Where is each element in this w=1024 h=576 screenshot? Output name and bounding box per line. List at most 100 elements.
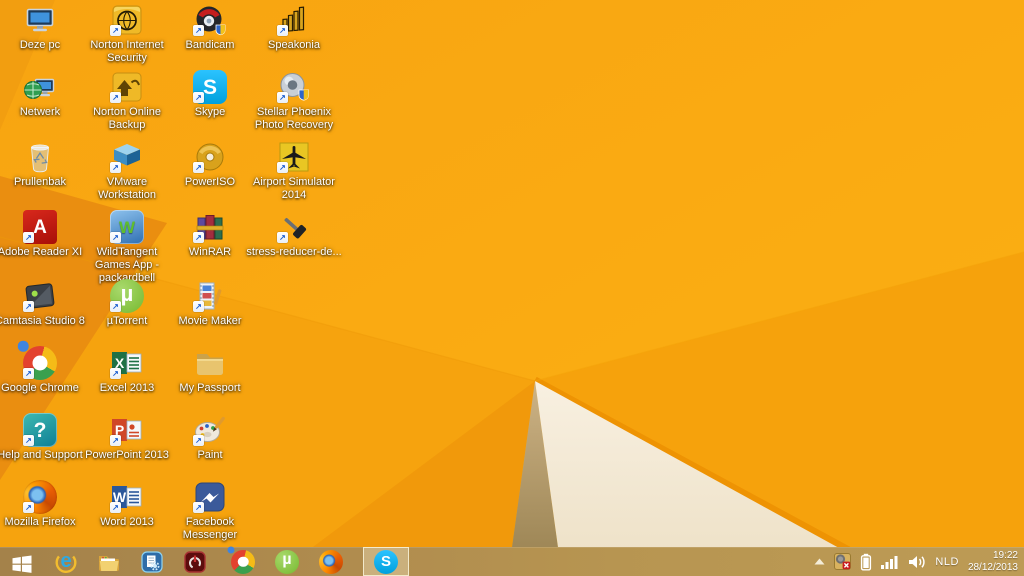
desktop-icon-word-2013[interactable]: Word 2013 <box>79 480 175 529</box>
desktop-icon-stellar-phoenix[interactable]: Stellar Phoenix Photo Recovery <box>246 70 342 132</box>
desktop-icon-powerpoint-2013[interactable]: PowerPoint 2013 <box>79 413 175 462</box>
desktop-icon-winrar[interactable]: WinRAR <box>162 210 258 259</box>
firefox-icon <box>319 549 343 574</box>
shortcut-arrow-overlay <box>110 502 121 513</box>
desktop-icon-norton-online-backup[interactable]: Norton Online Backup <box>79 70 175 132</box>
desktop-icon-airport-simulator[interactable]: Airport Simulator 2014 <box>246 140 342 202</box>
desktop-icon-speakonia[interactable]: Speakonia <box>246 3 342 52</box>
google-chrome-icon <box>231 549 255 574</box>
taskbar-firefox[interactable] <box>310 547 352 576</box>
desktop-icon-facebook-messenger[interactable]: Facebook Messenger <box>162 480 258 542</box>
desktop-icon-label: Airport Simulator 2014 <box>253 176 335 201</box>
taskbar: NLD 19:22 28/12/2013 <box>0 547 1024 576</box>
desktop-icon-label: PowerISO <box>184 176 236 188</box>
network-signal-icon[interactable] <box>881 555 899 569</box>
shortcut-arrow-overlay <box>193 92 204 103</box>
desktop-icon-label: Paint <box>197 449 223 461</box>
desktop-icon-bandicam[interactable]: Bandicam <box>162 3 258 52</box>
desktop-icon-skype[interactable]: Skype <box>162 70 258 119</box>
system-tray: NLD 19:22 28/12/2013 <box>814 547 1024 576</box>
shortcut-arrow-overlay <box>277 162 288 173</box>
shortcut-arrow-overlay <box>193 435 204 446</box>
desktop-icon-stress-reducer[interactable]: stress-reducer-de... <box>246 210 342 259</box>
shortcut-arrow-overlay <box>193 301 204 312</box>
desktop-icon-label: Mozilla Firefox <box>4 516 76 528</box>
network-icon <box>23 70 57 104</box>
shortcut-arrow-overlay <box>277 25 288 36</box>
folder-icon <box>193 346 227 380</box>
desktop-icon-deze-pc[interactable]: Deze pc <box>0 3 88 52</box>
shortcut-arrow-overlay <box>277 232 288 243</box>
desktop-icon-label: Adobe Reader XI <box>0 246 83 258</box>
shortcut-arrow-overlay <box>23 368 34 379</box>
desktop-icon-help-and-support[interactable]: Help and Support <box>0 413 88 462</box>
desktop-icon-label: stress-reducer-de... <box>246 246 342 258</box>
desktop-icon-label: Norton Online Backup <box>93 106 161 131</box>
desktop: Deze pc Norton Internet Security Bandica… <box>0 0 1024 576</box>
desktop-icon-label: Stellar Phoenix Photo Recovery <box>254 106 334 131</box>
utorrent-icon <box>275 549 299 574</box>
shortcut-arrow-overlay <box>23 502 34 513</box>
show-hidden-icons-chevron[interactable] <box>814 558 825 565</box>
shortcut-arrow-overlay <box>193 502 204 513</box>
desktop-icon-label: My Passport <box>179 382 241 394</box>
desktop-icon-label: Netwerk <box>19 106 61 118</box>
desktop-icon-utorrent[interactable]: µTorrent <box>79 279 175 328</box>
desktop-icon-prullenbak[interactable]: Prullenbak <box>0 140 88 189</box>
tray-alert-icon[interactable] <box>834 553 852 570</box>
desktop-icon-norton-internet-security[interactable]: Norton Internet Security <box>79 3 175 65</box>
desktop-icon-label: Google Chrome <box>1 382 79 394</box>
desktop-icon-netwerk[interactable]: Netwerk <box>0 70 88 119</box>
shortcut-arrow-overlay <box>110 301 121 312</box>
desktop-icon-label: Facebook Messenger <box>182 516 238 541</box>
desktop-icon-label: WinRAR <box>188 246 232 258</box>
desktop-icon-label: Excel 2013 <box>99 382 155 394</box>
taskbar-file-explorer[interactable] <box>88 547 130 576</box>
skype-icon <box>374 549 398 574</box>
shortcut-arrow-overlay <box>193 25 204 36</box>
shortcut-arrow-overlay <box>193 162 204 173</box>
desktop-icon-poweriso[interactable]: PowerISO <box>162 140 258 189</box>
desktop-icon-label: Camtasia Studio 8 <box>0 315 85 327</box>
desktop-icon-google-chrome[interactable]: Google Chrome <box>0 346 88 395</box>
desktop-icon-wildtangent[interactable]: WildTangent Games App - packardbell <box>79 210 175 285</box>
volume-icon[interactable] <box>908 555 926 569</box>
language-indicator[interactable]: NLD <box>935 556 959 568</box>
taskbar-skype-active[interactable] <box>363 547 409 576</box>
desktop-icon-vmware[interactable]: VMware Workstation <box>79 140 175 202</box>
desktop-icon-camtasia[interactable]: Camtasia Studio 8 <box>0 279 88 328</box>
taskbar-internet-explorer[interactable] <box>45 547 87 576</box>
taskbar-google-chrome[interactable] <box>222 547 264 576</box>
windows-logo-icon <box>10 550 34 574</box>
desktop-icon-label: Word 2013 <box>100 516 154 528</box>
desktop-icon-my-passport[interactable]: My Passport <box>162 346 258 395</box>
desktop-icon-movie-maker[interactable]: Movie Maker <box>162 279 258 328</box>
shortcut-arrow-overlay <box>110 232 121 243</box>
start-button[interactable] <box>0 547 44 576</box>
desktop-icon-label: VMware Workstation <box>98 176 156 201</box>
shortcut-arrow-overlay <box>23 232 34 243</box>
taskbar-system-utility[interactable] <box>131 547 173 576</box>
document-gear-icon <box>140 550 164 574</box>
file-explorer-icon <box>97 550 121 574</box>
shortcut-arrow-overlay <box>110 25 121 36</box>
shortcut-arrow-overlay <box>110 368 121 379</box>
desktop-icon-label: µTorrent <box>106 315 148 327</box>
desktop-icon-adobe-reader[interactable]: Adobe Reader XI <box>0 210 88 259</box>
shortcut-arrow-overlay <box>23 435 34 446</box>
recycle-bin-icon <box>23 140 57 174</box>
clock[interactable]: 19:22 28/12/2013 <box>968 550 1018 574</box>
desktop-icon-label: Bandicam <box>185 39 235 51</box>
power-icon <box>183 550 207 574</box>
desktop-icon-excel-2013[interactable]: Excel 2013 <box>79 346 175 395</box>
battery-icon[interactable] <box>860 553 872 571</box>
shortcut-arrow-overlay <box>110 92 121 103</box>
desktop-icon-label: Skype <box>194 106 226 118</box>
taskbar-utorrent[interactable] <box>266 547 308 576</box>
taskbar-power[interactable] <box>174 547 216 576</box>
desktop-icon-paint[interactable]: Paint <box>162 413 258 462</box>
internet-explorer-icon <box>54 550 78 574</box>
desktop-icon-mozilla-firefox[interactable]: Mozilla Firefox <box>0 480 88 529</box>
shortcut-arrow-overlay <box>110 162 121 173</box>
shortcut-arrow-overlay <box>110 435 121 446</box>
